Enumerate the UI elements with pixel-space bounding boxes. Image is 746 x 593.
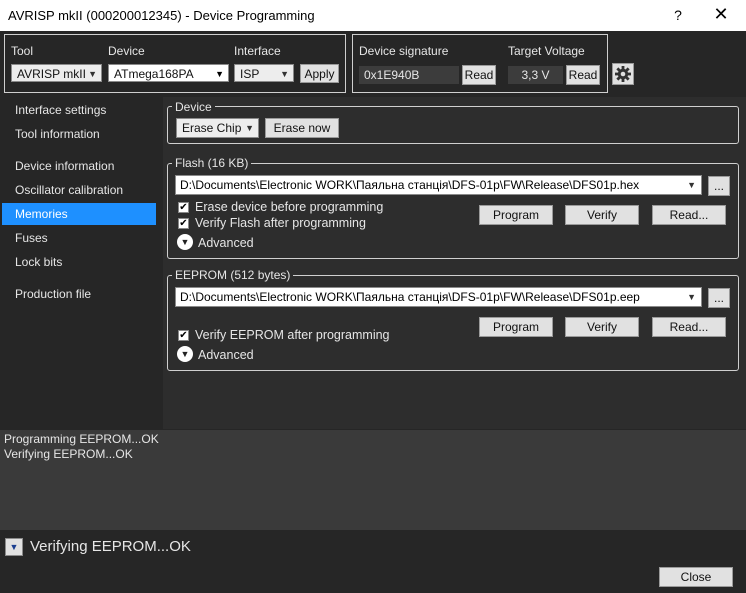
interface-label: Interface — [234, 44, 281, 58]
erase-now-button[interactable]: Erase now — [265, 118, 339, 138]
tool-select[interactable]: AVRISP mkII ▼ — [11, 64, 102, 82]
expand-log-button[interactable]: ▼ — [5, 538, 23, 556]
status-bar: ▼ Verifying EEPROM...OK Close — [0, 530, 746, 593]
settings-button[interactable] — [612, 63, 634, 85]
chevron-down-icon: ▼ — [180, 349, 190, 359]
sidebar-item-fuses[interactable]: Fuses — [2, 227, 156, 249]
chevron-down-icon: ▼ — [180, 237, 190, 247]
sidebar-item-production-file[interactable]: Production file — [2, 283, 156, 305]
sidebar-item-memories[interactable]: Memories — [2, 203, 156, 225]
verify-eeprom-label: Verify EEPROM after programming — [195, 328, 390, 342]
device-group-title: Device — [172, 100, 215, 114]
interface-select[interactable]: ISP ▼ — [234, 64, 294, 82]
eeprom-browse-button[interactable]: ... — [708, 288, 730, 308]
close-window-button[interactable]: ✕ — [706, 4, 736, 25]
device-label: Device — [108, 44, 145, 58]
help-button[interactable]: ? — [668, 7, 688, 23]
voltage-field: 3,3 V — [508, 66, 563, 84]
chevron-down-icon: ▼ — [9, 542, 19, 552]
flash-program-button[interactable]: Program — [479, 205, 553, 225]
sidebar-item-tool-information[interactable]: Tool information — [2, 123, 156, 145]
erase-before-label: Erase device before programming — [195, 200, 384, 214]
signature-field: 0x1E940B — [359, 66, 459, 84]
flash-verify-button[interactable]: Verify — [565, 205, 639, 225]
device-select-value: ATmega168PA — [114, 67, 194, 81]
voltage-label: Target Voltage — [508, 44, 585, 58]
signature-label: Device signature — [359, 44, 449, 58]
flash-advanced-label[interactable]: Advanced — [198, 236, 254, 250]
gear-icon — [615, 66, 631, 82]
flash-group-title: Flash (16 KB) — [172, 156, 252, 170]
sidebar-item-lock-bits[interactable]: Lock bits — [2, 251, 156, 273]
flash-advanced-toggle[interactable]: ▼ — [177, 234, 193, 250]
log-line: Verifying EEPROM...OK — [4, 447, 133, 461]
chevron-down-icon: ▼ — [280, 69, 289, 79]
signature-read-button[interactable]: Read — [462, 65, 496, 85]
window-title: AVRISP mkII (000200012345) - Device Prog… — [8, 8, 315, 23]
verify-flash-label: Verify Flash after programming — [195, 216, 366, 230]
flash-browse-button[interactable]: ... — [708, 176, 730, 196]
sidebar: Interface settings Tool information Devi… — [0, 94, 160, 428]
chevron-down-icon: ▼ — [245, 123, 254, 133]
voltage-read-button[interactable]: Read — [566, 65, 600, 85]
erase-mode-value: Erase Chip — [182, 121, 242, 135]
sidebar-item-interface-settings[interactable]: Interface settings — [2, 99, 156, 121]
chevron-down-icon: ▼ — [687, 292, 696, 302]
eeprom-file-input[interactable]: D:\Documents\Electronic WORK\Паяльна ста… — [175, 287, 702, 307]
flash-read-button[interactable]: Read... — [652, 205, 726, 225]
verify-flash-checkbox[interactable]: ✔ — [178, 218, 189, 229]
memories-panel: Device Erase Chip ▼ Erase now Flash (16 … — [163, 97, 746, 429]
eeprom-advanced-label[interactable]: Advanced — [198, 348, 254, 362]
close-button[interactable]: Close — [659, 567, 733, 587]
sidebar-item-device-information[interactable]: Device information — [2, 155, 156, 177]
apply-button[interactable]: Apply — [300, 64, 339, 83]
flash-file-input[interactable]: D:\Documents\Electronic WORK\Паяльна ста… — [175, 175, 702, 195]
eeprom-program-button[interactable]: Program — [479, 317, 553, 337]
eeprom-group-title: EEPROM (512 bytes) — [172, 268, 294, 282]
tool-label: Tool — [11, 44, 34, 58]
sidebar-item-oscillator-calibration[interactable]: Oscillator calibration — [2, 179, 156, 201]
eeprom-verify-button[interactable]: Verify — [565, 317, 639, 337]
interface-select-value: ISP — [240, 67, 260, 81]
chevron-down-icon: ▼ — [215, 69, 224, 79]
device-select[interactable]: ATmega168PA ▼ — [108, 64, 229, 82]
tool-select-value: AVRISP mkII — [17, 67, 86, 81]
eeprom-advanced-toggle[interactable]: ▼ — [177, 346, 193, 362]
verify-eeprom-checkbox[interactable]: ✔ — [178, 330, 189, 341]
status-text: Verifying EEPROM...OK — [30, 538, 191, 555]
chevron-down-icon: ▼ — [88, 69, 97, 79]
log-panel[interactable]: Programming EEPROM...OK Verifying EEPROM… — [0, 430, 746, 530]
erase-before-checkbox[interactable]: ✔ — [178, 202, 189, 213]
erase-mode-select[interactable]: Erase Chip ▼ — [176, 118, 259, 138]
log-line: Programming EEPROM...OK — [4, 432, 159, 446]
flash-file-path: D:\Documents\Electronic WORK\Паяльна ста… — [180, 178, 640, 192]
eeprom-read-button[interactable]: Read... — [652, 317, 726, 337]
title-bar: AVRISP mkII (000200012345) - Device Prog… — [0, 0, 746, 31]
chevron-down-icon: ▼ — [687, 180, 696, 190]
eeprom-file-path: D:\Documents\Electronic WORK\Паяльна ста… — [180, 290, 640, 304]
